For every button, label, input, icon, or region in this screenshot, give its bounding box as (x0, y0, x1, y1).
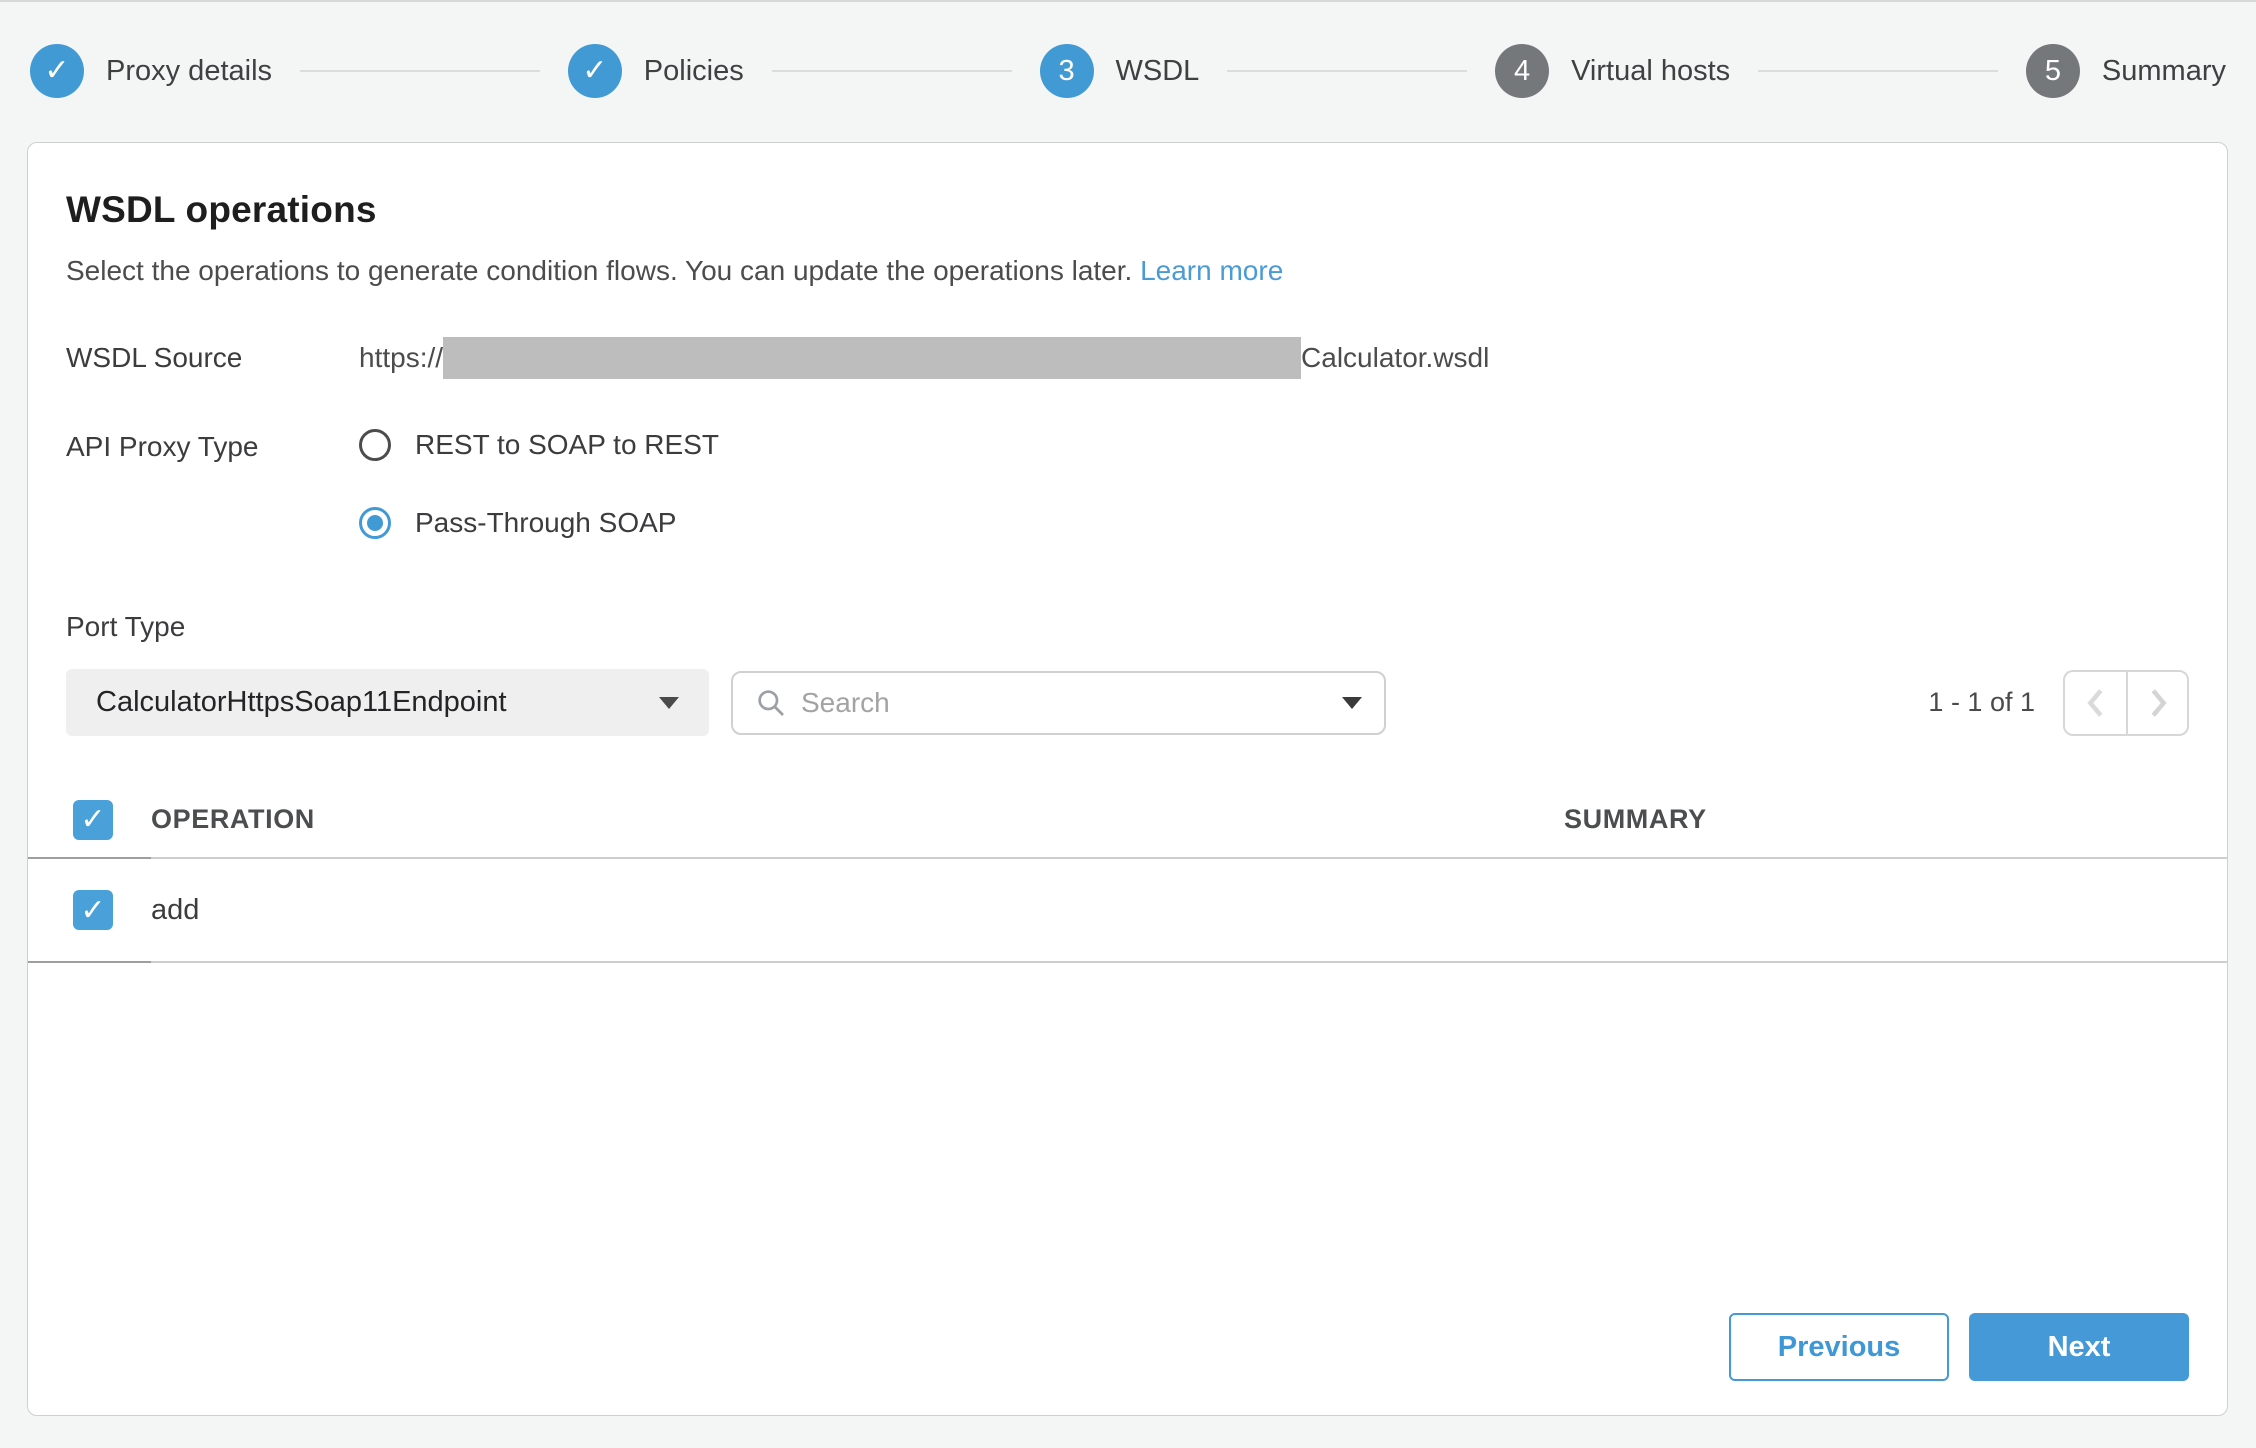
step-number: 3 (1058, 55, 1074, 88)
next-page-button[interactable] (2126, 670, 2189, 736)
port-type-select[interactable]: CalculatorHttpsSoap11Endpoint (66, 669, 709, 736)
wsdl-source-value: https:// Calculator.wsdl (359, 337, 1489, 379)
step-label: Policies (644, 55, 744, 88)
chevron-left-icon (2084, 686, 2108, 720)
step-connector (1227, 70, 1467, 72)
step-connector (772, 70, 1012, 72)
table-header-row: ✓ OPERATION SUMMARY (28, 782, 2227, 859)
check-icon: ✓ (582, 56, 607, 86)
step-number-badge: 4 (1495, 44, 1549, 98)
summary-column-header: SUMMARY (1564, 782, 2227, 859)
step-virtual-hosts[interactable]: 4 Virtual hosts (1495, 44, 1730, 98)
radio-label: Pass-Through SOAP (415, 507, 676, 539)
wsdl-source-filename: Calculator.wsdl (1301, 342, 1489, 374)
radio-label: REST to SOAP to REST (415, 429, 719, 461)
search-filter-chevron-down-icon[interactable] (1342, 697, 1362, 709)
pagination-buttons (2063, 670, 2189, 736)
step-number: 5 (2045, 55, 2061, 88)
step-label: Proxy details (106, 55, 272, 88)
search-input[interactable] (801, 687, 1342, 719)
port-type-label: Port Type (66, 611, 2189, 643)
summary-cell (1564, 859, 2227, 963)
step-label: Summary (2102, 55, 2226, 88)
page-description: Select the operations to generate condit… (66, 255, 2189, 287)
check-icon: ✓ (44, 56, 69, 86)
wizard-stepper: ✓ Proxy details ✓ Policies 3 WSDL 4 Virt… (0, 2, 2256, 140)
row-checkbox[interactable]: ✓ (73, 890, 113, 930)
description-text: Select the operations to generate condit… (66, 255, 1132, 286)
wsdl-operations-panel: WSDL operations Select the operations to… (27, 142, 2228, 1416)
step-complete-icon: ✓ (568, 44, 622, 98)
radio-rest-to-soap-to-rest[interactable]: REST to SOAP to REST (359, 429, 719, 461)
step-connector (1758, 70, 1998, 72)
check-icon: ✓ (80, 893, 105, 928)
redacted-url-segment (443, 337, 1301, 379)
step-summary[interactable]: 5 Summary (2026, 44, 2226, 98)
step-number-badge: 5 (2026, 44, 2080, 98)
step-number: 4 (1514, 55, 1530, 88)
learn-more-link[interactable]: Learn more (1140, 255, 1283, 286)
pagination-range: 1 - 1 of 1 (1928, 687, 2035, 718)
radio-pass-through-soap[interactable]: Pass-Through SOAP (359, 507, 719, 539)
radio-unselected-icon (359, 429, 391, 461)
next-button[interactable]: Next (1969, 1313, 2189, 1381)
wizard-footer: Previous Next (1729, 1313, 2189, 1381)
step-label: WSDL (1116, 55, 1200, 88)
api-proxy-type-label: API Proxy Type (66, 431, 359, 463)
operations-search-box[interactable] (731, 671, 1386, 735)
api-proxy-type-row: API Proxy Type REST to SOAP to REST Pass… (66, 429, 2189, 539)
previous-page-button[interactable] (2063, 670, 2126, 736)
operation-column-header: OPERATION (151, 782, 1564, 859)
page-title: WSDL operations (66, 189, 2189, 231)
operation-cell: add (151, 859, 1564, 963)
step-wsdl[interactable]: 3 WSDL (1040, 44, 1200, 98)
previous-button[interactable]: Previous (1729, 1313, 1949, 1381)
api-proxy-type-radio-group: REST to SOAP to REST Pass-Through SOAP (359, 429, 719, 539)
chevron-down-icon (659, 697, 679, 709)
header-checkbox-cell: ✓ (28, 782, 151, 859)
wsdl-source-row: WSDL Source https:// Calculator.wsdl (66, 337, 2189, 379)
wsdl-source-label: WSDL Source (66, 342, 359, 374)
table-controls-row: CalculatorHttpsSoap11Endpoint 1 - 1 of 1 (66, 669, 2189, 736)
operations-table: ✓ OPERATION SUMMARY ✓ add (28, 782, 2227, 963)
table-row[interactable]: ✓ add (28, 859, 2227, 963)
step-label: Virtual hosts (1571, 55, 1730, 88)
wsdl-source-scheme: https:// (359, 342, 443, 374)
step-proxy-details[interactable]: ✓ Proxy details (30, 44, 272, 98)
search-icon (755, 687, 787, 719)
row-checkbox-cell: ✓ (28, 859, 151, 963)
check-icon: ✓ (80, 802, 105, 837)
step-complete-icon: ✓ (30, 44, 84, 98)
select-all-checkbox[interactable]: ✓ (73, 800, 113, 840)
pagination: 1 - 1 of 1 (1928, 670, 2189, 736)
step-number-badge: 3 (1040, 44, 1094, 98)
radio-selected-icon (359, 507, 391, 539)
step-connector (300, 70, 540, 72)
chevron-right-icon (2146, 686, 2170, 720)
step-policies[interactable]: ✓ Policies (568, 44, 744, 98)
port-type-selected-value: CalculatorHttpsSoap11Endpoint (96, 686, 507, 719)
